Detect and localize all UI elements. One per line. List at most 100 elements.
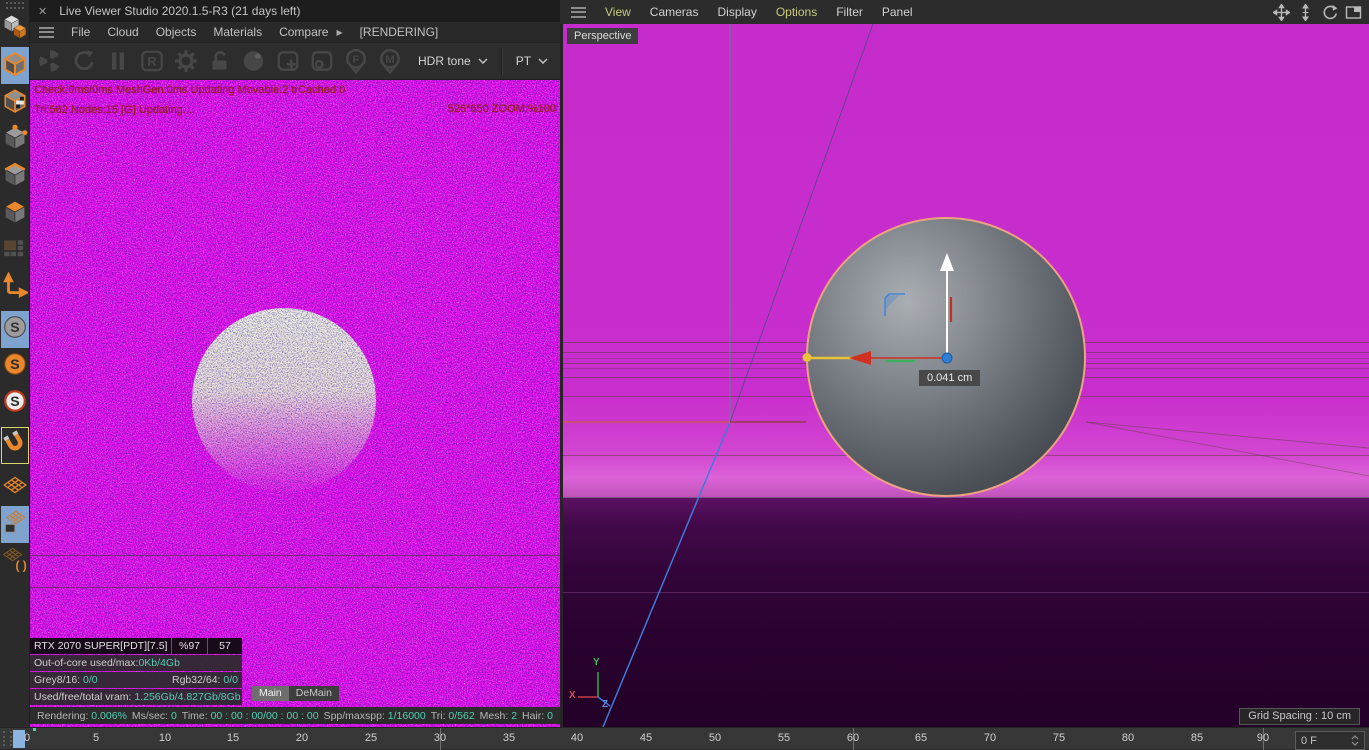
render-ball-icon[interactable]: [239, 46, 269, 76]
viewport-nav-controls: [1273, 4, 1362, 21]
vp-menu-cameras[interactable]: Cameras: [650, 5, 699, 19]
timeline-mark: 10: [158, 732, 172, 744]
lock-resolution-icon[interactable]: [205, 46, 235, 76]
menu-objects[interactable]: Objects: [156, 25, 197, 39]
timeline-mark: 35: [502, 732, 516, 744]
view-name-badge[interactable]: Perspective: [567, 28, 639, 44]
workplane-mode-button[interactable]: ( ): [1, 543, 29, 580]
make-editable-button[interactable]: [1, 10, 29, 47]
timeline-mark: 85: [1190, 732, 1204, 744]
timeline-mark: 40: [570, 732, 584, 744]
lock-workplane-button[interactable]: [0, 506, 29, 543]
timeline-mark: 55: [777, 732, 791, 744]
viewport-hamburger-icon[interactable]: [571, 6, 586, 18]
toggle-layout-icon[interactable]: [1345, 4, 1362, 21]
render-debug-line2: Tri:562 Nodes:15 [G] Updating....: [34, 104, 196, 116]
axis-z-label: Z: [602, 699, 609, 710]
svg-text:S: S: [10, 393, 19, 409]
timeline-mark: 30: [433, 732, 447, 744]
add-region-icon[interactable]: [273, 46, 303, 76]
points-mode-button[interactable]: [1, 121, 29, 158]
svg-text:M: M: [385, 54, 394, 66]
uv-mode-icon: [2, 235, 28, 266]
timeline-mark: 25: [364, 732, 378, 744]
timeline-mark: 70: [983, 732, 997, 744]
workplane-mode-icon: ( ): [2, 546, 28, 577]
pause-icon[interactable]: [103, 46, 133, 76]
palette-grip[interactable]: [5, 2, 24, 4]
snap-white-button[interactable]: S: [1, 385, 29, 422]
vp-menu-display[interactable]: Display: [717, 5, 756, 19]
frame-spinner-icons[interactable]: [1351, 735, 1359, 746]
timeline-mark: 15: [226, 732, 240, 744]
edges-mode-button[interactable]: [1, 158, 29, 195]
model-mode-button[interactable]: [0, 47, 29, 84]
tab-main[interactable]: Main: [252, 686, 289, 701]
status-time: Time: 00 : 00 : 00/00 : 00 : 00: [181, 709, 319, 722]
timeline-mark: 80: [1121, 732, 1135, 744]
noisy-render-image: [30, 80, 560, 727]
palette-grip2[interactable]: [5, 7, 24, 9]
timeline-mark: 45: [639, 732, 653, 744]
timeline-grip[interactable]: [3, 731, 12, 746]
perspective-viewport[interactable]: Perspective 0.041 cm Grid Spacing : 10 c…: [563, 24, 1369, 727]
app-root: S S S ( ) ✕ Live Viewer Studio 2020.1.5-…: [0, 0, 1369, 750]
rotate-icon[interactable]: [1321, 4, 1338, 21]
close-icon[interactable]: ✕: [38, 5, 47, 18]
vp-menu-options[interactable]: Options: [776, 5, 817, 19]
enable-axis-button[interactable]: [1, 269, 30, 306]
texture-mode-button[interactable]: [1, 84, 29, 121]
svg-text:F: F: [353, 54, 360, 66]
vp-menu-panel[interactable]: Panel: [882, 5, 913, 19]
vp-menu-view[interactable]: View: [605, 5, 631, 19]
menu-materials[interactable]: Materials: [213, 25, 262, 39]
vp-menu-filter[interactable]: Filter: [836, 5, 863, 19]
frame-number-field[interactable]: 0 F: [1295, 731, 1365, 750]
svg-text:( ): ( ): [15, 558, 26, 572]
material-pick-icon[interactable]: M: [375, 46, 405, 76]
focus-pick-icon[interactable]: F: [341, 46, 371, 76]
render-mode-dropdown[interactable]: PT: [507, 54, 557, 68]
status-hair: Hair: 0: [522, 709, 553, 722]
magnet-snap-button[interactable]: [0, 427, 29, 464]
grid-spacing-badge: Grid Spacing : 10 cm: [1239, 708, 1360, 725]
edges-mode-icon: [2, 161, 28, 192]
hamburger-menu-icon[interactable]: [39, 26, 54, 38]
settings-gear-icon[interactable]: [171, 46, 201, 76]
uv-mode-button[interactable]: [1, 232, 29, 269]
outofcore-row: Out-of-core used/max: 0Kb/4Gb: [30, 655, 242, 671]
status-mesh: Mesh: 2: [479, 709, 518, 722]
live-viewer-menubar: File Cloud Objects Materials Compare ▶ […: [30, 22, 560, 42]
pick-region-icon[interactable]: [307, 46, 337, 76]
gpu-name-row: RTX 2070 SUPER[PDT][7.5] %97 57: [30, 638, 242, 654]
timeline-mark: 50: [708, 732, 722, 744]
workplane-button[interactable]: [1, 469, 29, 506]
pan-icon[interactable]: [1273, 4, 1290, 21]
render-view-tabs: Main DeMain: [252, 686, 339, 701]
menu-compare[interactable]: Compare: [279, 25, 328, 39]
render-preview-area[interactable]: Check:0ms/0ms MeshGen:0ms Updating Movab…: [30, 80, 560, 727]
svg-text:R: R: [147, 54, 157, 69]
menu-file[interactable]: File: [71, 25, 90, 39]
refresh-icon[interactable]: [69, 46, 99, 76]
snap-gray-button[interactable]: S: [0, 311, 29, 348]
snap-orange-button[interactable]: S: [1, 348, 29, 385]
status-rendering: Rendering: 0.006%: [37, 709, 127, 722]
texture-mode-icon: [2, 87, 28, 118]
timeline-mark: 5: [92, 732, 100, 744]
render-status-bar: Rendering: 0.006% Ms/sec: 0 Time: 00 : 0…: [30, 707, 560, 724]
menu-cloud[interactable]: Cloud: [107, 25, 138, 39]
hdr-tone-dropdown[interactable]: HDR tone: [409, 54, 497, 68]
tab-demain[interactable]: DeMain: [288, 686, 339, 701]
svg-text:S: S: [10, 319, 19, 335]
dolly-icon[interactable]: [1297, 4, 1314, 21]
timeline-ruler[interactable]: 0 5 10 15 20 25 30 35 40 45 50 55 60 65 …: [0, 727, 1369, 750]
status-tri: Tri: 0/562: [430, 709, 475, 722]
vram-row: Used/free/total vram: 1.256Gb/4.827Gb/8G…: [30, 689, 242, 705]
octane-fan-icon[interactable]: [35, 46, 65, 76]
rendering-status-label: [RENDERING]: [359, 25, 439, 39]
polygons-mode-button[interactable]: [1, 195, 29, 232]
gpu-load: %97: [172, 638, 208, 654]
restart-render-icon[interactable]: R: [137, 46, 167, 76]
polygons-mode-icon: [2, 198, 28, 229]
